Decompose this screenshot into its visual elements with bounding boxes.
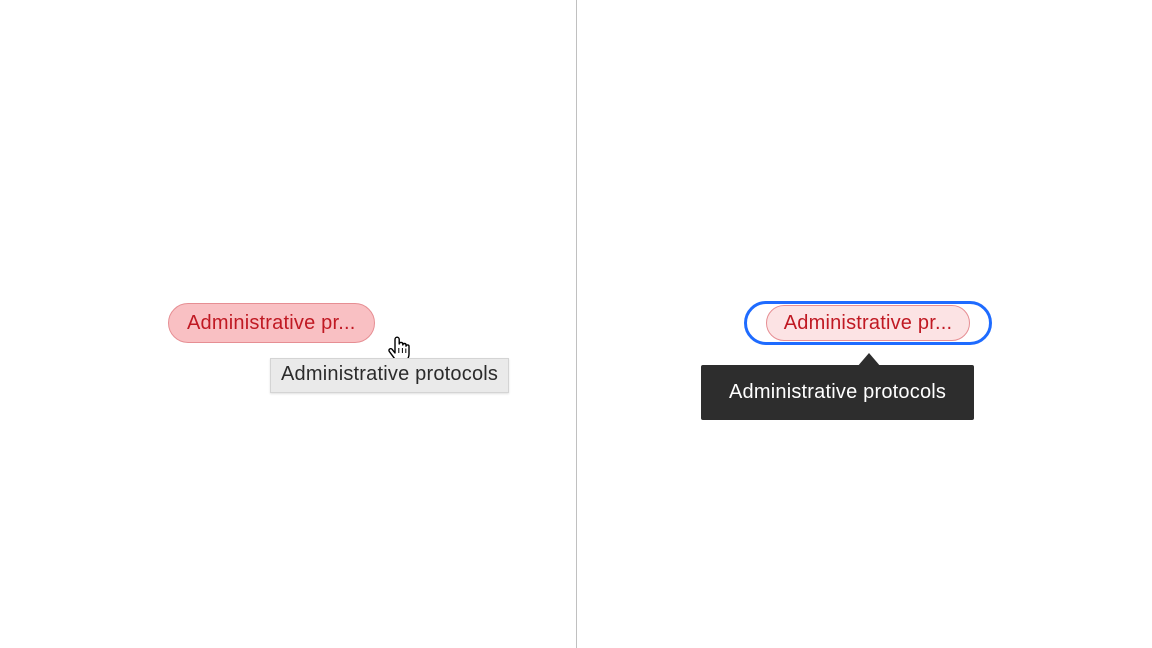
tooltip-text: Administrative protocols xyxy=(729,381,946,403)
tag-chip-focused[interactable]: Administrative pr... xyxy=(766,305,971,341)
tag-chip-focused-wrap: Administrative pr... xyxy=(744,301,992,345)
tooltip-text: Administrative protocols xyxy=(281,363,498,385)
tag-chip-hovered[interactable]: Administrative pr... xyxy=(168,303,375,343)
tooltip-popover: Administrative protocols xyxy=(701,352,974,420)
example-focused-tooltip: Administrative pr... Administrative prot… xyxy=(576,0,1152,648)
native-title-tooltip: Administrative protocols xyxy=(270,358,509,393)
tooltip-body: Administrative protocols xyxy=(701,365,974,420)
tag-chip-label: Administrative pr... xyxy=(187,312,356,335)
example-hover-tooltip: Administrative pr... Administrative prot… xyxy=(0,0,576,648)
tag-chip-label: Administrative pr... xyxy=(784,312,953,335)
